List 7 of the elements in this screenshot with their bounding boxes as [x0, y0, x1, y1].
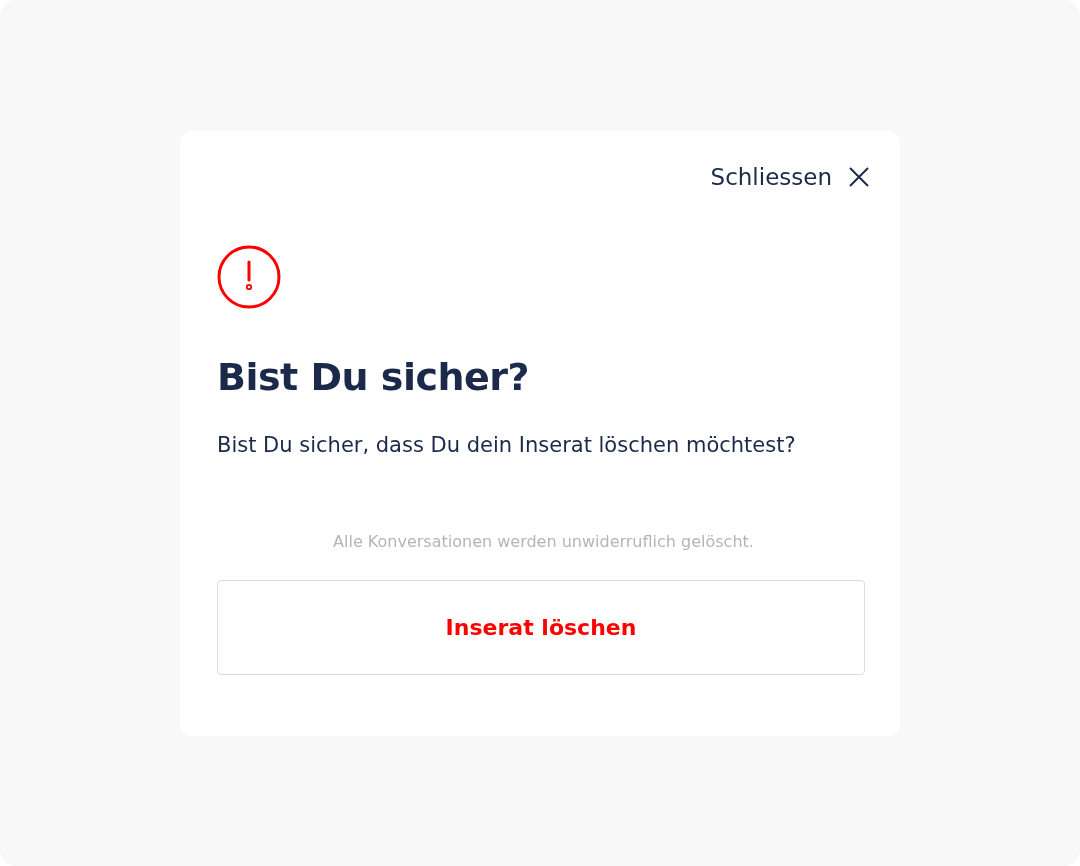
warning-icon [217, 244, 281, 309]
warning-note: Alle Konversationen werden unwiderruflich gelöscht. [332, 530, 755, 553]
delete-button[interactable]: Inserat löschen [217, 579, 865, 675]
dialog-message: Bist Du sicher, dass Du dein Inserat löschen möchtest? [217, 432, 797, 460]
dialog-title: Bist Du sicher? [217, 354, 531, 401]
close-button[interactable]: Schliessen [710, 160, 870, 193]
close-icon [848, 165, 870, 188]
